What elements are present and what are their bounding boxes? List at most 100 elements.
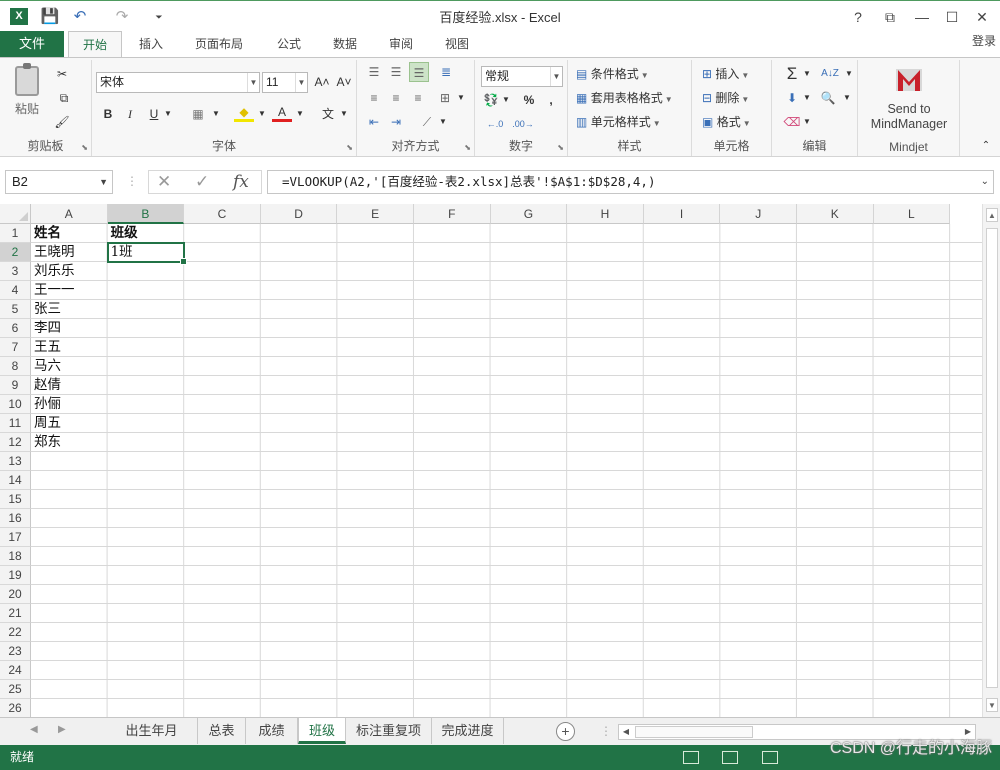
comma-button[interactable]: , [543, 90, 559, 110]
cell-b1[interactable]: 班级 [108, 224, 185, 243]
paste-button[interactable]: 粘贴 [10, 63, 44, 122]
minimize-button[interactable]: — [910, 6, 934, 28]
format-cells-button[interactable]: ▣ 格式 ▼ [702, 112, 768, 132]
currency-dropdown-icon[interactable]: ▼ [501, 90, 511, 110]
active-cell-outline[interactable] [107, 242, 187, 265]
row-header-26[interactable]: 26 [0, 699, 31, 717]
column-header-k[interactable]: K [797, 204, 874, 224]
cell-a3[interactable]: 刘乐乐 [31, 262, 108, 281]
column-header-d[interactable]: D [260, 204, 338, 224]
font-color-icon[interactable]: A [272, 104, 292, 122]
maximize-button[interactable]: ☐ [940, 6, 964, 28]
wrap-text-icon[interactable]: ≣ [437, 62, 455, 82]
align-middle-icon[interactable]: ☰ [387, 62, 405, 82]
autosum-icon[interactable]: Σ [782, 64, 802, 84]
row-header-9[interactable]: 9 [0, 376, 31, 395]
fill-dropdown-icon[interactable]: ▼ [802, 88, 812, 108]
row-header-10[interactable]: 10 [0, 395, 31, 414]
align-center-icon[interactable]: ≡ [387, 88, 405, 108]
increase-indent-icon[interactable]: ⇥ [387, 112, 405, 132]
ribbon-display-options-button[interactable]: ⧉ [878, 6, 902, 28]
new-sheet-button[interactable]: + [556, 722, 575, 741]
page-break-view-icon[interactable] [762, 751, 778, 764]
row-header-22[interactable]: 22 [0, 623, 31, 642]
fill-color-icon[interactable]: ◆ [234, 104, 254, 122]
orientation-icon[interactable]: ⟋ [417, 112, 437, 132]
font-color-dropdown-icon[interactable]: ▼ [294, 104, 306, 124]
row-header-1[interactable]: 1 [0, 224, 31, 243]
page-layout-view-icon[interactable] [722, 751, 738, 764]
tab-view[interactable]: 视图 [434, 31, 480, 57]
underline-dropdown-icon[interactable]: ▼ [162, 104, 174, 124]
cell-a1[interactable]: 姓名 [31, 224, 108, 243]
vertical-scroll-thumb[interactable] [986, 228, 998, 688]
decrease-decimal-icon[interactable]: .00→ [509, 114, 537, 134]
tab-page-layout[interactable]: 页面布局 [186, 31, 252, 57]
column-header-j[interactable]: J [720, 204, 797, 224]
row-header-8[interactable]: 8 [0, 357, 31, 376]
tab-home[interactable]: 开始 [68, 31, 122, 57]
send-to-mindmanager-button[interactable]: Send to MindManager [858, 60, 960, 136]
phonetic-guide-icon[interactable]: 文 [318, 104, 338, 124]
row-header-24[interactable]: 24 [0, 661, 31, 680]
collapse-ribbon-icon[interactable]: ⌃ [978, 136, 994, 156]
row-header-13[interactable]: 13 [0, 452, 31, 471]
find-select-icon[interactable]: 🔍 [816, 88, 840, 108]
cell-a10[interactable]: 孙俪 [31, 395, 108, 414]
clear-icon[interactable]: ⌫ [782, 112, 802, 132]
insert-cells-button[interactable]: ⊞ 插入 ▼ [702, 64, 768, 84]
cell-styles-button[interactable]: ▥ 单元格样式 ▼ [576, 112, 690, 132]
sort-filter-icon[interactable]: A↓Z [816, 64, 844, 84]
help-button[interactable]: ? [846, 6, 870, 28]
sheet-tab-1[interactable]: 出生年月 [106, 718, 198, 744]
number-launcher-icon[interactable]: ⬊ [557, 143, 564, 152]
number-format-combo[interactable]: 常规 ▼ [481, 66, 563, 87]
borders-icon[interactable]: ▦ [188, 104, 208, 124]
shrink-font-button[interactable]: A˅ [334, 72, 354, 92]
insert-function-icon[interactable]: fx [233, 171, 249, 193]
tab-review[interactable]: 审阅 [378, 31, 424, 57]
prev-sheet-icon[interactable]: ◀ [30, 724, 38, 735]
sheet-tab-3[interactable]: 成绩 [246, 718, 298, 744]
phonetic-dropdown-icon[interactable]: ▼ [338, 104, 350, 124]
font-name-combo[interactable]: 宋体 ▼ [96, 72, 260, 93]
merge-center-icon[interactable]: ⊞ [435, 88, 455, 108]
borders-dropdown-icon[interactable]: ▼ [210, 104, 222, 124]
cell-a12[interactable]: 郑东 [31, 433, 108, 452]
row-header-4[interactable]: 4 [0, 281, 31, 300]
row-header-23[interactable]: 23 [0, 642, 31, 661]
format-as-table-button[interactable]: ▦ 套用表格格式 ▼ [576, 88, 690, 108]
row-header-16[interactable]: 16 [0, 509, 31, 528]
copy-icon[interactable]: ⧉ [52, 88, 76, 108]
align-right-icon[interactable]: ≡ [409, 88, 427, 108]
clipboard-launcher-icon[interactable]: ⬊ [81, 143, 88, 152]
horizontal-scroll-thumb[interactable] [635, 726, 753, 738]
column-header-c[interactable]: C [184, 204, 261, 224]
scroll-down-icon[interactable]: ▼ [986, 698, 998, 712]
increase-decimal-icon[interactable]: ←.0 [483, 114, 507, 134]
scroll-left-icon[interactable]: ◀ [619, 725, 633, 739]
font-launcher-icon[interactable]: ⬊ [346, 143, 353, 152]
delete-cells-button[interactable]: ⊟ 删除 ▼ [702, 88, 768, 108]
alignment-launcher-icon[interactable]: ⬊ [464, 143, 471, 152]
currency-icon[interactable]: 💱 [481, 90, 501, 110]
fill-color-dropdown-icon[interactable]: ▼ [256, 104, 268, 124]
tab-insert[interactable]: 插入 [128, 31, 174, 57]
cell-a9[interactable]: 赵倩 [31, 376, 108, 395]
font-size-combo[interactable]: 11 ▼ [262, 72, 308, 93]
row-header-14[interactable]: 14 [0, 471, 31, 490]
underline-button[interactable]: U [146, 104, 162, 124]
conditional-format-button[interactable]: ▤ 条件格式 ▼ [576, 64, 690, 84]
row-header-18[interactable]: 18 [0, 547, 31, 566]
column-header-i[interactable]: I [643, 204, 721, 224]
row-header-21[interactable]: 21 [0, 604, 31, 623]
align-left-icon[interactable]: ≡ [365, 88, 383, 108]
column-header-h[interactable]: H [567, 204, 644, 224]
merge-dropdown-icon[interactable]: ▼ [455, 88, 467, 108]
clear-dropdown-icon[interactable]: ▼ [802, 112, 812, 132]
sheet-tab-2[interactable]: 总表 [198, 718, 246, 744]
tab-formulas[interactable]: 公式 [266, 31, 312, 57]
sign-in-link[interactable]: 登录 [972, 31, 996, 57]
row-header-12[interactable]: 12 [0, 433, 31, 452]
cell-a11[interactable]: 周五 [31, 414, 108, 433]
